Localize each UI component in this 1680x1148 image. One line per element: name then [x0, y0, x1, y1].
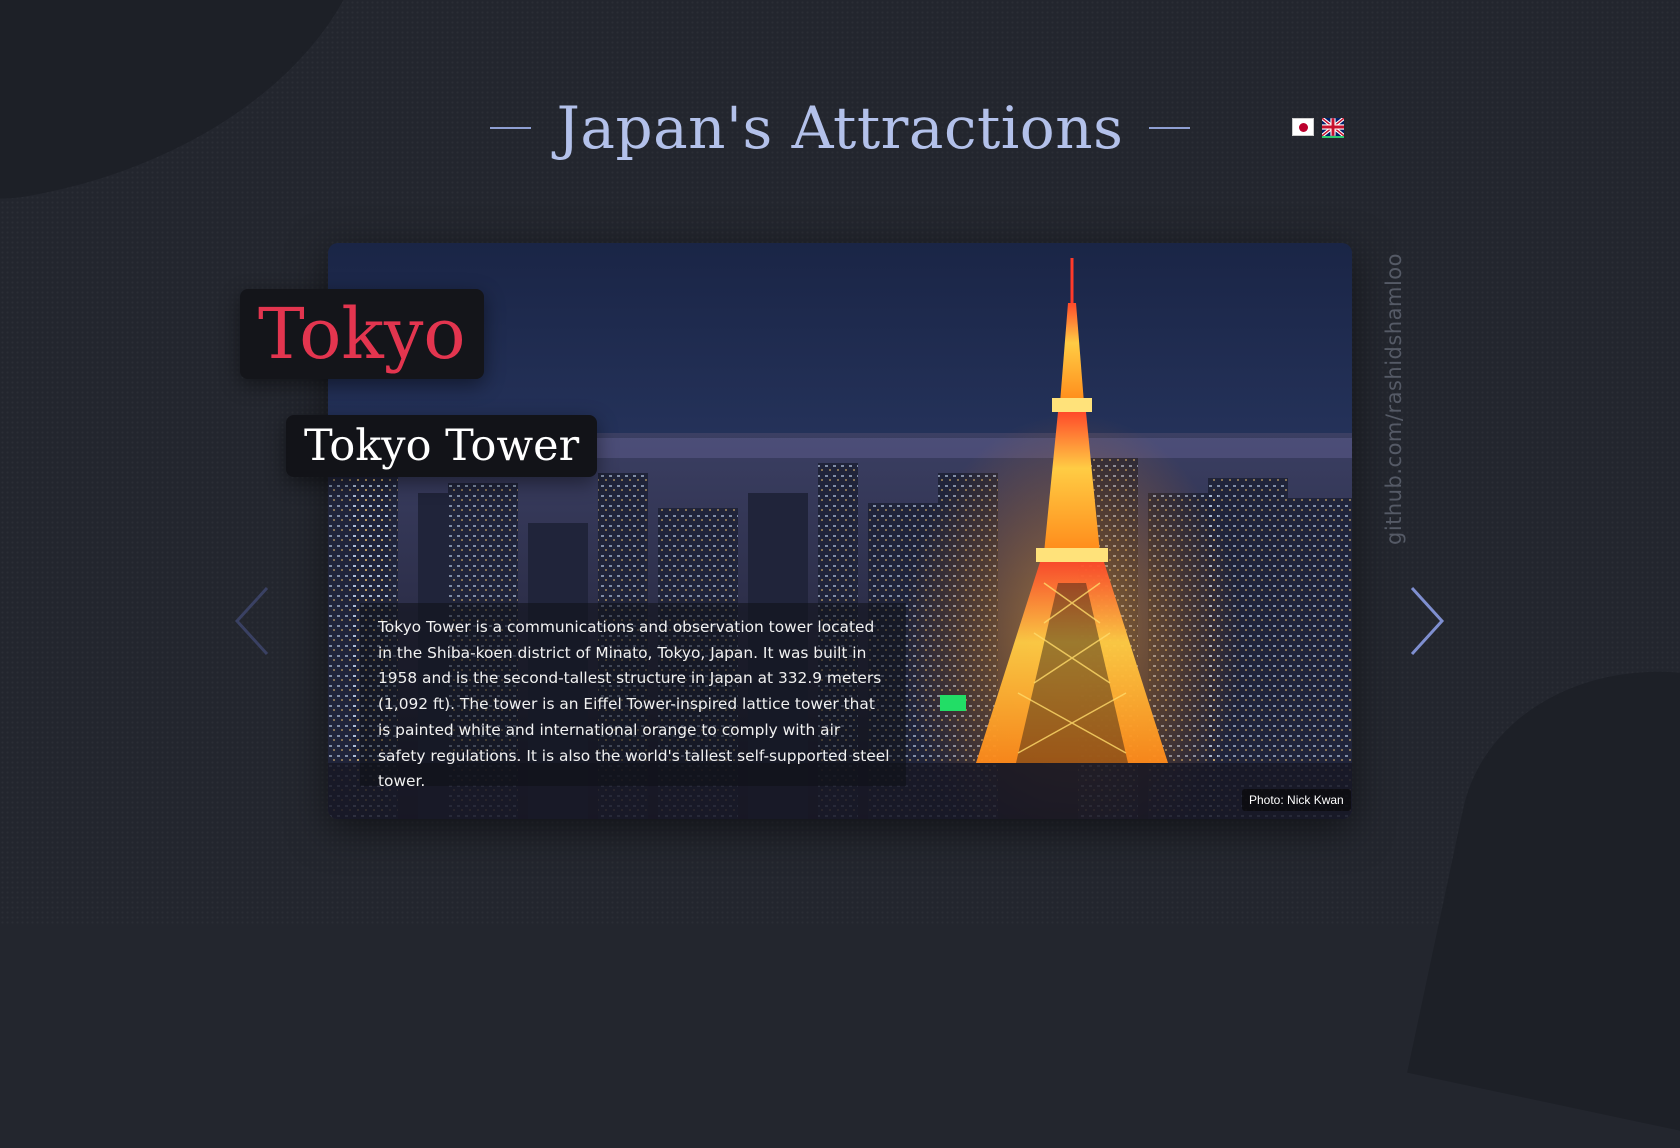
next-slide-button[interactable] [1406, 584, 1448, 658]
page-title: Japan's Attractions [556, 94, 1124, 162]
title-line-left [490, 127, 531, 129]
uk-flag-icon[interactable] [1322, 118, 1344, 138]
place-description: Tokyo Tower is a communications and obse… [360, 603, 906, 790]
place-name: Tokyo Tower [286, 415, 598, 477]
japan-flag-icon[interactable] [1292, 118, 1314, 136]
chevron-left-icon [234, 586, 269, 656]
github-link[interactable]: github.com/rashidshamloo [1382, 253, 1406, 545]
page-header: Japan's Attractions [490, 88, 1190, 168]
previous-slide-button[interactable] [231, 584, 273, 658]
title-line-right [1149, 127, 1190, 129]
language-switcher [1292, 118, 1344, 138]
city-name: Tokyo [240, 289, 484, 379]
chevron-right-icon [1410, 586, 1445, 656]
photo-credit: Photo: Nick Kwan [1242, 789, 1351, 811]
